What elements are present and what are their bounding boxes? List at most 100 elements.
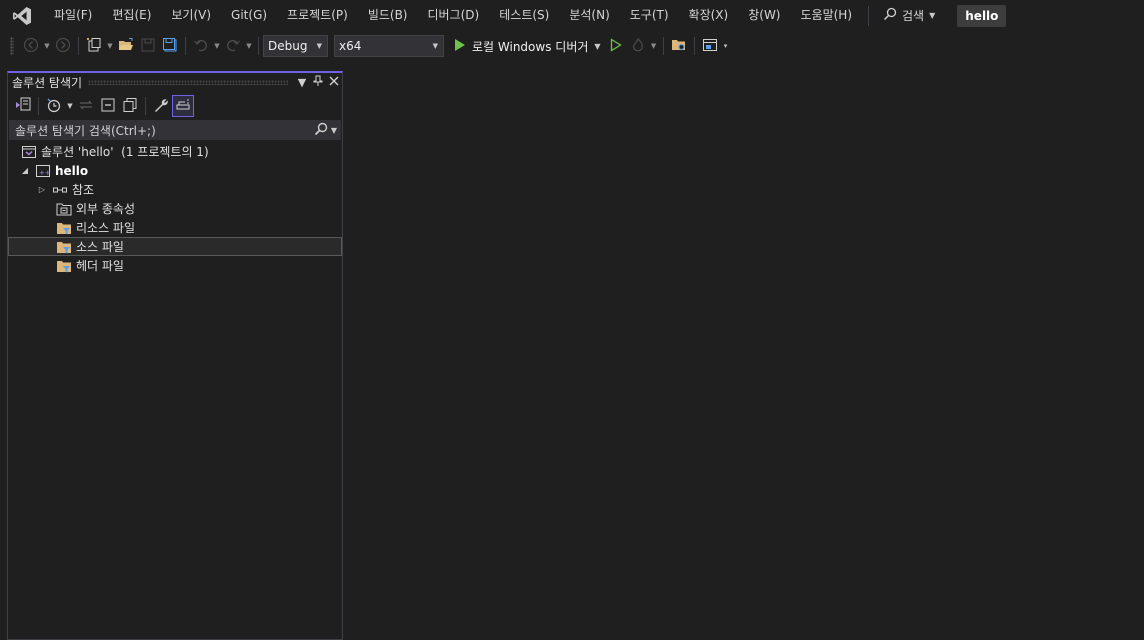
redo-button[interactable] bbox=[223, 35, 243, 57]
search-icon bbox=[883, 7, 897, 24]
pin-icon[interactable] bbox=[310, 75, 326, 90]
navigate-forward-button[interactable] bbox=[53, 35, 73, 57]
window-layout-icon bbox=[702, 37, 718, 56]
redo-dropdown-icon[interactable]: ▼ bbox=[244, 42, 254, 50]
tree-item-resource-files[interactable]: 리소스 파일 bbox=[8, 218, 342, 237]
toolbar-separator bbox=[78, 37, 79, 55]
open-folder-icon bbox=[118, 37, 134, 56]
tree-item-label: 소스 파일 bbox=[76, 240, 124, 254]
menu-project[interactable]: 프로젝트(P) bbox=[277, 0, 358, 31]
menu-bar: 파일(F) 편집(E) 보기(V) Git(G) 프로젝트(P) 빌드(B) 디… bbox=[0, 0, 1144, 31]
save-all-button[interactable] bbox=[160, 35, 180, 57]
hot-reload-dropdown-icon[interactable]: ▼ bbox=[649, 42, 659, 50]
solution-configuration-select[interactable]: Debug ▼ bbox=[263, 35, 328, 57]
close-icon[interactable] bbox=[326, 76, 342, 89]
search-button[interactable]: 검색 ▼ bbox=[875, 7, 943, 24]
switch-views-button[interactable] bbox=[12, 95, 34, 117]
tree-item-project[interactable]: ◢ ++ hello bbox=[8, 161, 342, 180]
tree-item-solution[interactable]: 솔루션 'hello' (1 프로젝트의 1) bbox=[8, 142, 342, 161]
tree-item-label: 리소스 파일 bbox=[76, 221, 136, 235]
standard-toolbar: ▼ ▼ ▼ ▼ Debug ▼ x64 ▼ 로컬 Windows 디버거 ▼ ▼… bbox=[0, 31, 1144, 61]
folder-search-icon bbox=[671, 37, 687, 56]
search-icon[interactable] bbox=[314, 122, 328, 139]
clock-icon bbox=[46, 97, 62, 116]
menu-build[interactable]: 빌드(B) bbox=[358, 0, 418, 31]
sync-with-active-document-button[interactable] bbox=[75, 95, 97, 117]
configuration-value: Debug bbox=[268, 39, 308, 53]
save-button[interactable] bbox=[138, 35, 158, 57]
undo-icon bbox=[193, 37, 209, 56]
open-file-button[interactable] bbox=[116, 35, 136, 57]
tree-item-references[interactable]: ▷ 참조 bbox=[8, 180, 342, 199]
hot-reload-button[interactable] bbox=[628, 35, 648, 57]
solution-explorer-title-bar[interactable]: 솔루션 탐색기 ▼ bbox=[8, 73, 342, 92]
title-bar-grip bbox=[88, 80, 288, 85]
tree-item-label: 외부 종속성 bbox=[76, 202, 136, 216]
start-debugging-button[interactable]: 로컬 Windows 디버거 ▼ bbox=[450, 38, 605, 55]
solution-name-badge[interactable]: hello bbox=[957, 4, 1007, 27]
cpp-project-icon: ++ bbox=[35, 163, 51, 179]
navigate-back-button[interactable] bbox=[21, 35, 41, 57]
chevron-down-icon: ▼ bbox=[929, 11, 936, 20]
solution-explorer-search-input[interactable]: 솔루션 탐색기 검색(Ctrl+;) ▼ bbox=[9, 120, 341, 140]
back-dropdown-icon[interactable]: ▼ bbox=[42, 42, 52, 50]
properties-button[interactable] bbox=[150, 95, 172, 117]
window-position-dropdown-icon[interactable]: ▼ bbox=[294, 76, 310, 89]
menu-edit[interactable]: 편집(E) bbox=[102, 0, 161, 31]
expanded-triangle-icon[interactable]: ◢ bbox=[19, 166, 31, 175]
menu-analyze[interactable]: 분석(N) bbox=[559, 0, 619, 31]
menu-debug[interactable]: 디버그(D) bbox=[418, 0, 490, 31]
collapsed-triangle-icon[interactable]: ▷ bbox=[36, 185, 48, 194]
show-all-files-icon bbox=[122, 97, 138, 116]
menu-extensions[interactable]: 확장(X) bbox=[679, 0, 739, 31]
tree-item-source-files[interactable]: 소스 파일 bbox=[8, 237, 342, 256]
new-project-button[interactable] bbox=[84, 35, 104, 57]
solution-platform-select[interactable]: x64 ▼ bbox=[334, 35, 444, 57]
toolbar-separator bbox=[258, 37, 259, 55]
preview-icon bbox=[175, 97, 191, 116]
toolbar-grip[interactable] bbox=[10, 37, 14, 55]
start-without-debugging-button[interactable] bbox=[606, 35, 626, 57]
menu-test[interactable]: 테스트(S) bbox=[489, 0, 559, 31]
solution-icon bbox=[21, 144, 37, 160]
redo-icon bbox=[225, 37, 241, 56]
undo-dropdown-icon[interactable]: ▼ bbox=[212, 42, 222, 50]
toolbar-separator bbox=[38, 97, 39, 115]
window-layout-button[interactable] bbox=[700, 35, 720, 57]
svg-text:++: ++ bbox=[39, 169, 51, 177]
new-project-icon bbox=[86, 37, 102, 56]
external-dependencies-icon bbox=[56, 201, 72, 217]
tree-item-external-dependencies[interactable]: 외부 종속성 bbox=[8, 199, 342, 218]
menu-window[interactable]: 창(W) bbox=[738, 0, 790, 31]
search-label: 검색 bbox=[902, 9, 925, 23]
search-placeholder: 솔루션 탐색기 검색(Ctrl+;) bbox=[15, 123, 156, 138]
search-options-dropdown-icon[interactable]: ▼ bbox=[331, 126, 337, 135]
browse-folder-button[interactable] bbox=[669, 35, 689, 57]
sync-icon bbox=[78, 97, 94, 116]
preview-selected-items-button[interactable] bbox=[172, 95, 194, 117]
menu-git[interactable]: Git(G) bbox=[221, 0, 277, 31]
menu-file[interactable]: 파일(F) bbox=[44, 0, 102, 31]
solution-tree: 솔루션 'hello' (1 프로젝트의 1) ◢ ++ hello ▷ 참조 … bbox=[8, 142, 342, 275]
show-all-files-button[interactable] bbox=[119, 95, 141, 117]
menu-help[interactable]: 도움말(H) bbox=[791, 0, 863, 31]
tree-item-label: 헤더 파일 bbox=[76, 259, 124, 273]
pending-changes-filter-button[interactable] bbox=[43, 95, 65, 117]
toolbar-options-icon[interactable]: ▾ bbox=[721, 42, 731, 50]
tree-item-header-files[interactable]: 헤더 파일 bbox=[8, 256, 342, 275]
platform-value: x64 bbox=[339, 39, 362, 53]
filter-dropdown-icon[interactable]: ▼ bbox=[65, 102, 75, 110]
toolbar-separator bbox=[662, 37, 664, 55]
toolbar-separator bbox=[185, 37, 186, 55]
new-dropdown-icon[interactable]: ▼ bbox=[105, 42, 115, 50]
menu-view[interactable]: 보기(V) bbox=[161, 0, 221, 31]
menu-tools[interactable]: 도구(T) bbox=[620, 0, 679, 31]
collapse-all-button[interactable] bbox=[97, 95, 119, 117]
project-label: hello bbox=[55, 163, 89, 178]
collapse-all-icon bbox=[100, 97, 116, 116]
tree-item-label: 참조 bbox=[72, 183, 95, 197]
solution-explorer-toolbar: ▼ bbox=[8, 92, 342, 120]
undo-button[interactable] bbox=[191, 35, 211, 57]
chevron-down-icon: ▼ bbox=[432, 42, 438, 50]
switch-views-icon bbox=[14, 96, 32, 117]
